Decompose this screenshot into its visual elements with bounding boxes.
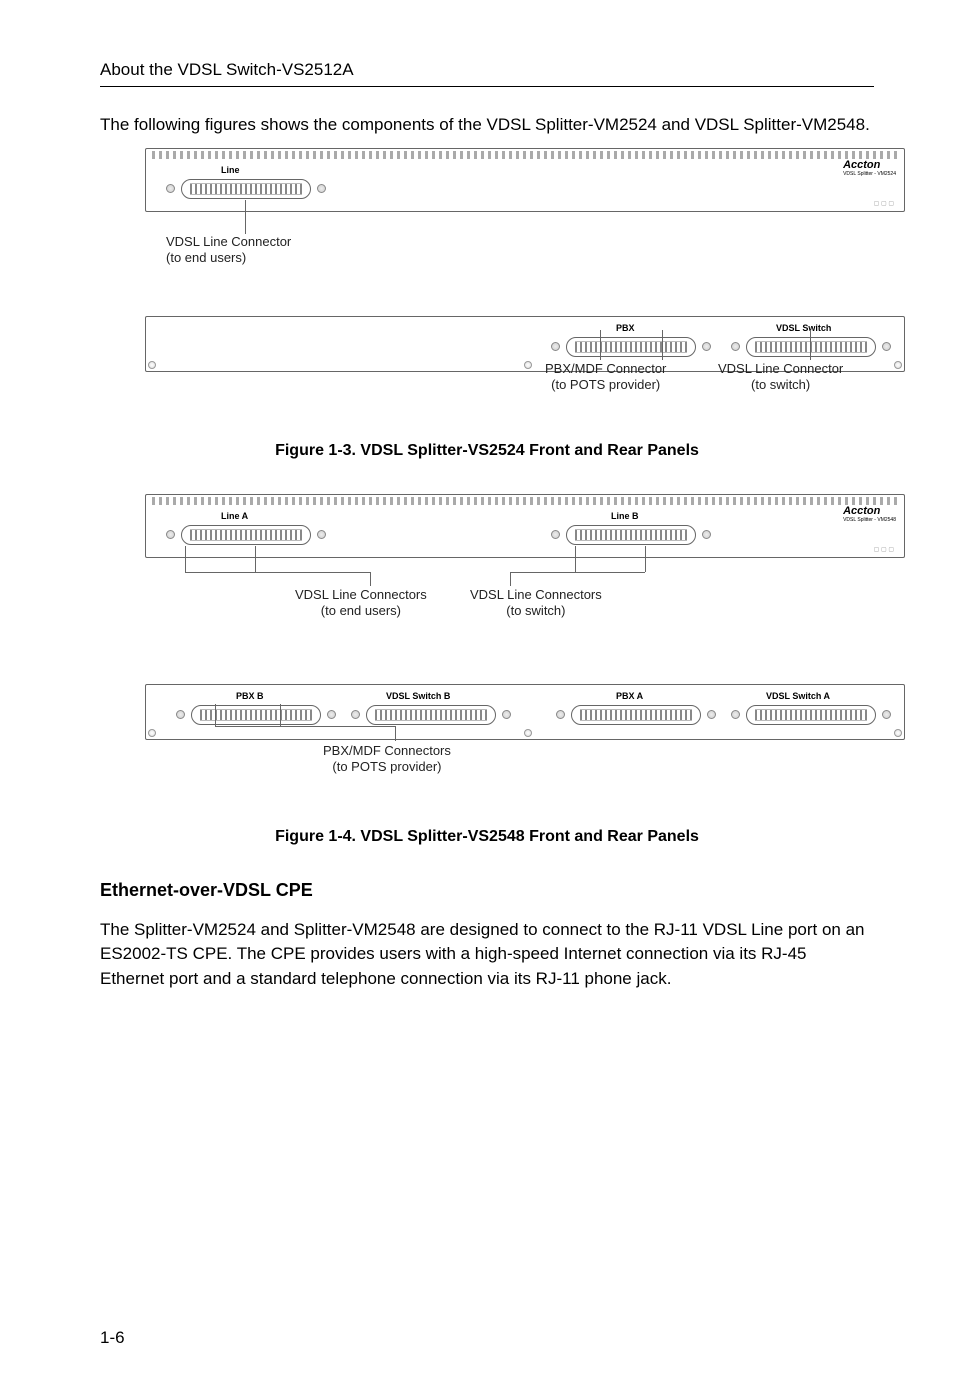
intro-paragraph: The following figures shows the componen…: [100, 113, 874, 138]
vdsl-switch-connector: [746, 337, 876, 357]
pbxA-connector: [571, 705, 701, 725]
brand-model: VDSL Splitter - VM2524: [843, 171, 896, 177]
switchA-label: VDSL Switch A: [766, 691, 830, 701]
lineB-connector: [566, 525, 696, 545]
regulatory-marks: ▢ ▢ ▢: [874, 200, 894, 207]
lineB-label: Line B: [611, 511, 639, 521]
vdsl-switch-label: VDSL Switch: [776, 323, 831, 333]
vm2548-rear-panel: PBX B VDSL Switch B PBX A VDSL Switch A: [145, 684, 905, 740]
line-connector: [181, 179, 311, 199]
pbxB-label: PBX B: [236, 691, 264, 701]
regulatory-marks: ▢ ▢ ▢: [874, 546, 894, 553]
vm2548-front-panel: Line A Line B Accton VDSL Splitter - VM2…: [145, 494, 905, 558]
pbx-connector: [566, 337, 696, 357]
lineA-label: Line A: [221, 511, 248, 521]
section-heading-cpe: Ethernet-over-VDSL CPE: [100, 880, 874, 901]
line-label: Line: [221, 165, 240, 175]
callout-to-switch: VDSL Line Connectors (to switch): [470, 587, 602, 620]
pbxB-connector: [191, 705, 321, 725]
brand-model: VDSL Splitter - VM2548: [843, 517, 896, 523]
callout-pbx-connectors: PBX/MDF Connectors (to POTS provider): [323, 743, 451, 776]
header-rule: [100, 86, 874, 87]
figure-1-3-caption: Figure 1-3. VDSL Splitter-VS2524 Front a…: [100, 442, 874, 460]
brand-text: Accton: [843, 159, 880, 171]
brand-logo: Accton VDSL Splitter - VM2524: [843, 159, 896, 177]
switchB-label: VDSL Switch B: [386, 691, 450, 701]
figure-1-3: Line Accton VDSL Splitter - VM2524 ▢ ▢ ▢…: [100, 148, 874, 418]
brand-logo: Accton VDSL Splitter - VM2548: [843, 505, 896, 523]
pbxA-label: PBX A: [616, 691, 643, 701]
callout-vdsl-switch-connector: VDSL Line Connector (to switch): [718, 361, 843, 394]
figure-1-4: Line A Line B Accton VDSL Splitter - VM2…: [100, 494, 874, 804]
lineA-connector: [181, 525, 311, 545]
brand-text: Accton: [843, 505, 880, 517]
pbx-label: PBX: [616, 323, 635, 333]
callout-pbx-connector: PBX/MDF Connector (to POTS provider): [545, 361, 666, 394]
page-number: 1-6: [100, 1328, 125, 1348]
vm2524-front-panel: Line Accton VDSL Splitter - VM2524 ▢ ▢ ▢: [145, 148, 905, 212]
switchA-connector: [746, 705, 876, 725]
callout-end-users: VDSL Line Connectors (to end users): [295, 587, 427, 620]
switchB-connector: [366, 705, 496, 725]
section-body-cpe: The Splitter-VM2524 and Splitter-VM2548 …: [100, 918, 874, 992]
figure-1-4-caption: Figure 1-4. VDSL Splitter-VS2548 Front a…: [100, 828, 874, 846]
callout-line-connector: VDSL Line Connector (to end users): [166, 234, 291, 267]
page-header: About the VDSL Switch-VS2512A: [100, 60, 874, 80]
